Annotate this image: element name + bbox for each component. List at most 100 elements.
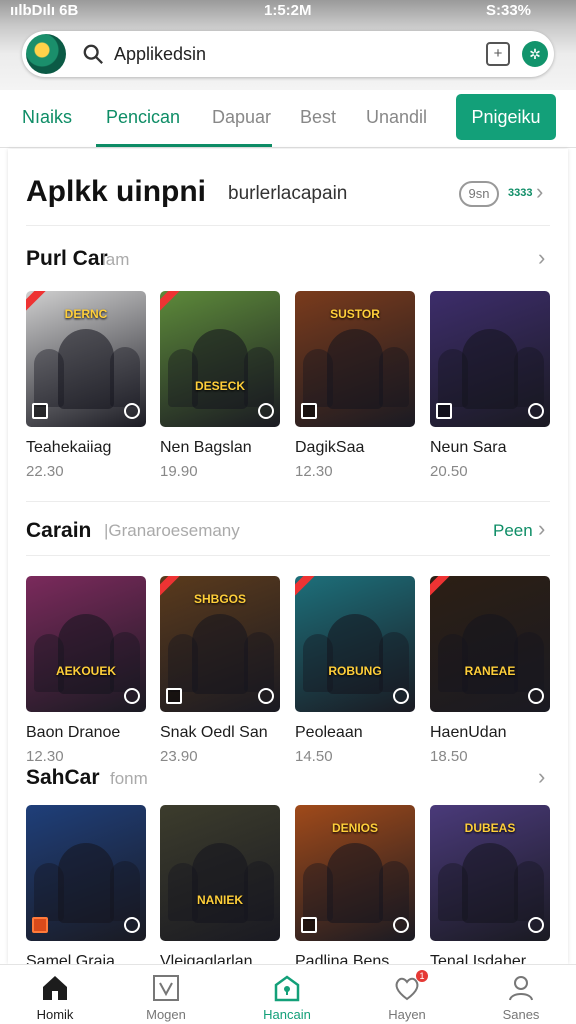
game-thumbnail[interactable]: DESECK — [160, 291, 280, 427]
divider — [26, 225, 550, 226]
game-price: 18.50 — [430, 748, 468, 765]
game-thumbnail[interactable] — [26, 805, 146, 941]
tab-1[interactable]: Pencican — [106, 107, 180, 128]
tab-bar: Nıaiks Pencican Dapuar Best Unandil Pnig… — [0, 90, 576, 148]
game-name: Padlina Bens — [295, 953, 390, 964]
content-panel: Aplkk uinpni burlerlacapain 9sn 3333 › P… — [8, 149, 568, 964]
game-name: Samel Graia — [26, 953, 115, 964]
game-price: 12.30 — [295, 463, 333, 480]
nav-profile[interactable]: Sanes — [466, 965, 576, 1024]
gear-icon — [124, 688, 140, 704]
search-bar[interactable]: Applikedsin + ✲ — [22, 31, 554, 77]
chevron-right-icon[interactable]: › — [538, 516, 545, 542]
game-card[interactable]: RANEAE HaenUdan 18.50 — [430, 576, 550, 765]
tab-action-button[interactable]: Pnigeiku — [456, 94, 556, 140]
page-subtitle: burlerlacapain — [228, 183, 348, 204]
game-card[interactable]: SHBGOS Snak Oedl San 23.90 — [160, 576, 280, 765]
tab-3[interactable]: Best — [300, 107, 336, 128]
search-input[interactable]: Applikedsin — [114, 44, 206, 65]
nav-vote[interactable]: Mogen — [111, 965, 221, 1024]
game-card[interactable]: SUSTOR DagikSaa 12.30 — [295, 291, 415, 480]
section-subtitle: fonm — [110, 769, 148, 788]
gear-icon — [528, 917, 544, 933]
square-icon — [32, 403, 48, 419]
game-thumbnail[interactable] — [430, 291, 550, 427]
game-price: 12.30 — [26, 748, 64, 765]
gear-icon — [393, 688, 409, 704]
section-title: Carain — [26, 519, 92, 542]
game-thumbnail[interactable]: SHBGOS — [160, 576, 280, 712]
section-subtitle: |Granaroesemany — [104, 521, 240, 540]
game-card[interactable]: DESECK Nen Bagslan 19.90 — [160, 291, 280, 480]
page-title: Aplkk uinpni — [26, 175, 206, 208]
battery-text: S:33% — [486, 2, 532, 19]
status-bar: ıılbDılı 6B 1:5:2M S:33% — [0, 0, 576, 22]
game-thumbnail[interactable]: ROBUNG — [295, 576, 415, 712]
clock: 1:5:2M — [264, 2, 312, 19]
gear-icon — [393, 917, 409, 933]
tab-4[interactable]: Unandil — [366, 107, 427, 128]
chevron-right-icon[interactable]: › — [536, 179, 543, 205]
search-icon — [83, 44, 103, 64]
game-card[interactable]: ROBUNG Peoleaan 14.50 — [295, 576, 415, 765]
game-card[interactable]: DUBEAS Tenal Isdaher — [430, 805, 550, 964]
square-icon — [166, 688, 182, 704]
game-thumbnail[interactable]: DUBEAS — [430, 805, 550, 941]
game-name: Nen Bagslan — [160, 439, 252, 456]
square-icon — [301, 917, 317, 933]
plus-square-icon[interactable]: + — [486, 42, 510, 66]
game-thumbnail[interactable]: NANIEK — [160, 805, 280, 941]
game-thumbnail[interactable]: AEKOUEK — [26, 576, 146, 712]
game-price: 22.30 — [26, 463, 64, 480]
game-price: 23.90 — [160, 748, 198, 765]
top-header: ıılbDılı 6B 1:5:2M S:33% Applikedsin + ✲ — [0, 0, 576, 90]
nav-home[interactable]: Homik — [0, 965, 110, 1024]
game-name: Snak Oedl San — [160, 724, 268, 741]
signal-text: ıılbDılı 6B — [10, 2, 79, 19]
game-card[interactable]: NANIEK Vleigaglarlan — [160, 805, 280, 964]
app-logo[interactable] — [26, 34, 66, 74]
game-card[interactable]: DERNC Teahekaiiag 22.30 — [26, 291, 146, 480]
gear-icon — [258, 688, 274, 704]
game-name: Teahekaiiag — [26, 439, 112, 456]
pill-count: 3333 — [508, 187, 533, 199]
game-name: DagikSaa — [295, 439, 365, 456]
game-name: Baon Dranoe — [26, 724, 121, 741]
game-price: 19.90 — [160, 463, 198, 480]
section-subtitle: lam — [102, 250, 130, 269]
game-card[interactable]: Samel Graia — [26, 805, 146, 964]
section-title: Purl Car — [26, 247, 108, 270]
divider — [26, 555, 550, 556]
game-name: HaenUdan — [430, 724, 507, 741]
tab-0[interactable]: Nıaiks — [22, 107, 72, 128]
square-icon — [436, 403, 452, 419]
see-more-link[interactable]: Peen — [493, 521, 533, 541]
vote-icon — [153, 975, 179, 1001]
nav-heart[interactable]: 1 Hayen — [352, 965, 462, 1024]
game-name: Tenal Isdaher — [430, 953, 527, 964]
game-card[interactable]: DENIOS Padlina Bens — [295, 805, 415, 964]
active-tab-indicator — [96, 144, 272, 147]
game-thumbnail[interactable]: SUSTOR — [295, 291, 415, 427]
profile-icon — [509, 976, 533, 1001]
game-thumbnail[interactable]: DERNC — [26, 291, 146, 427]
square-icon — [32, 917, 48, 933]
filter-pill[interactable]: 9sn — [459, 181, 499, 207]
settings-badge-icon[interactable]: ✲ — [522, 41, 548, 67]
game-thumbnail[interactable]: DENIOS — [295, 805, 415, 941]
chevron-right-icon[interactable]: › — [538, 245, 545, 271]
store-icon — [274, 975, 300, 1002]
bottom-nav: Homik Mogen Hancain 1 Hayen Sanes — [0, 964, 576, 1024]
gear-icon — [258, 403, 274, 419]
gear-icon — [528, 688, 544, 704]
nav-store[interactable]: Hancain — [232, 965, 342, 1024]
gear-icon — [124, 917, 140, 933]
gear-icon — [124, 403, 140, 419]
game-card[interactable]: Neun Sara 20.50 — [430, 291, 550, 480]
divider — [26, 501, 550, 502]
game-card[interactable]: AEKOUEK Baon Dranoe 12.30 — [26, 576, 146, 765]
game-thumbnail[interactable]: RANEAE — [430, 576, 550, 712]
game-name: Peoleaan — [295, 724, 363, 741]
chevron-right-icon[interactable]: › — [538, 764, 545, 790]
tab-2[interactable]: Dapuar — [212, 107, 271, 128]
